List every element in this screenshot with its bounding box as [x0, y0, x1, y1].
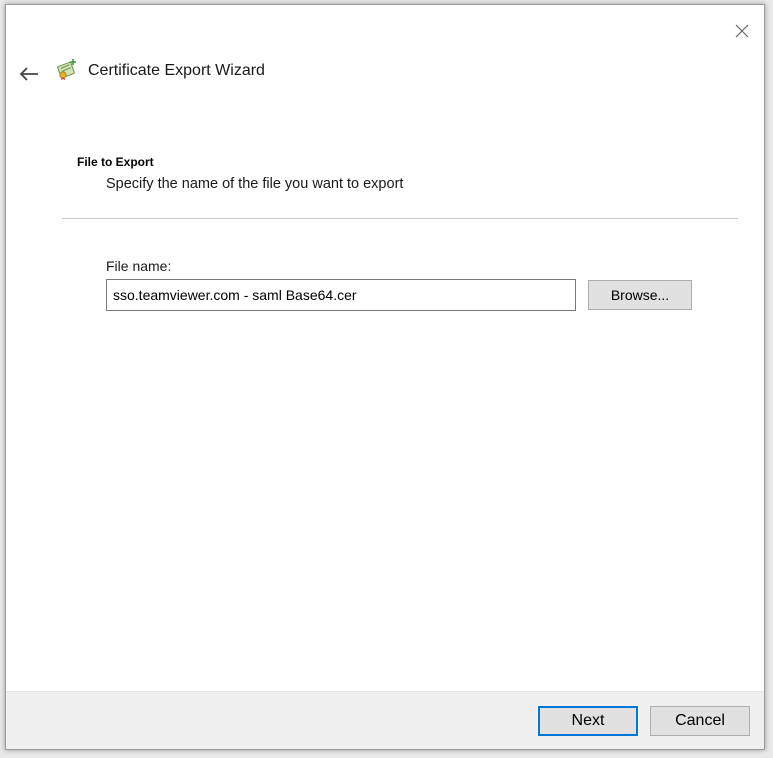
wizard-title: Certificate Export Wizard [88, 62, 265, 79]
wizard-footer: Next Cancel [6, 691, 764, 749]
certificate-icon [56, 59, 78, 81]
section-title: File to Export [77, 155, 154, 169]
section-description: Specify the name of the file you want to… [106, 176, 404, 192]
file-name-input[interactable] [106, 279, 576, 311]
back-button[interactable] [14, 61, 44, 87]
header-divider [62, 218, 738, 219]
browse-button[interactable]: Browse... [588, 280, 692, 310]
back-arrow-icon [19, 67, 38, 81]
close-button[interactable] [728, 17, 756, 45]
wizard-window: Certificate Export Wizard File to Export… [5, 4, 765, 750]
cancel-button[interactable]: Cancel [650, 706, 750, 736]
file-name-label: File name: [106, 258, 172, 274]
close-icon [735, 24, 749, 38]
next-button[interactable]: Next [538, 706, 638, 736]
